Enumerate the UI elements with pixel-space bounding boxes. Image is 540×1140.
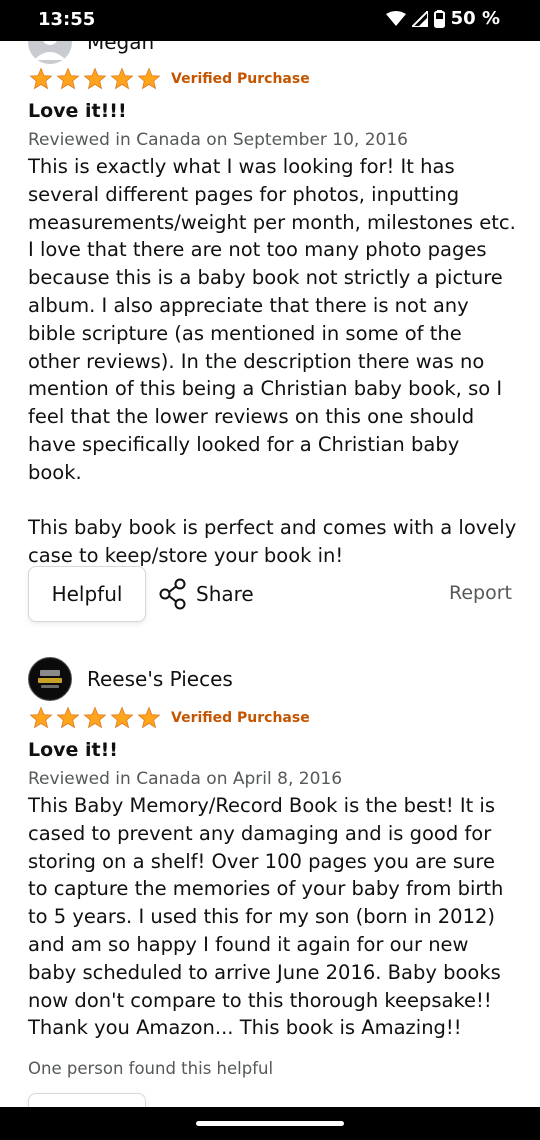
rating-row: Verified Purchase	[28, 67, 310, 91]
review-paragraph: This is exactly what I was looking for! …	[28, 155, 516, 484]
reviews-list: Megan Verified Purchase Love it!!! Revie…	[0, 41, 540, 1107]
review-paragraph: This Baby Memory/Record Book is the best…	[28, 794, 504, 1040]
review-title: Love it!!!	[28, 100, 127, 122]
reviewer-avatar-image	[30, 659, 70, 699]
share-label: Share	[196, 582, 254, 606]
star-icon	[83, 706, 107, 729]
default-avatar-icon	[34, 41, 66, 60]
review-paragraph: This baby book is perfect and comes with…	[28, 516, 517, 568]
review-body: This Baby Memory/Record Book is the best…	[28, 792, 518, 1042]
share-button[interactable]: Share	[158, 578, 254, 610]
review-body: This is exactly what I was looking for! …	[28, 153, 518, 570]
avatar	[28, 657, 72, 701]
rating-row: Verified Purchase	[28, 706, 310, 730]
star-icon	[110, 706, 134, 729]
star-icon	[137, 706, 161, 729]
helpful-button[interactable]	[28, 1093, 146, 1107]
star-rating	[28, 67, 162, 91]
verified-purchase-badge: Verified Purchase	[171, 710, 310, 726]
wifi-icon	[385, 10, 406, 26]
status-bar: 13:55 50 %	[0, 0, 540, 41]
review-date: Reviewed in Canada on April 8, 2016	[28, 769, 343, 789]
battery-percent: 50 %	[450, 8, 500, 29]
navigation-bar	[0, 1107, 540, 1140]
home-gesture-handle[interactable]	[196, 1121, 344, 1126]
star-icon	[137, 67, 161, 90]
verified-purchase-badge: Verified Purchase	[171, 71, 310, 87]
star-icon	[83, 67, 107, 90]
share-icon	[159, 578, 186, 610]
review-date: Reviewed in Canada on September 10, 2016	[28, 130, 408, 150]
star-icon	[56, 67, 80, 90]
star-icon	[110, 67, 134, 90]
review-title: Love it!!	[28, 739, 118, 761]
helpful-count: One person found this helpful	[28, 1059, 274, 1078]
helpful-button[interactable]: Helpful	[28, 566, 146, 622]
star-rating	[28, 706, 162, 730]
star-icon	[29, 706, 53, 729]
status-time: 13:55	[38, 9, 96, 30]
report-link[interactable]: Report	[449, 582, 512, 604]
battery-icon	[433, 9, 445, 28]
status-icons: 50 %	[385, 8, 500, 29]
reviewer-row[interactable]: Megan	[28, 41, 154, 64]
star-icon	[29, 67, 53, 90]
reviewer-name: Megan	[87, 41, 155, 54]
reviewer-name: Reese's Pieces	[87, 667, 233, 691]
reviewer-row[interactable]: Reese's Pieces	[28, 657, 233, 701]
cell-signal-icon	[411, 10, 428, 27]
star-icon	[56, 706, 80, 729]
avatar	[28, 41, 72, 64]
